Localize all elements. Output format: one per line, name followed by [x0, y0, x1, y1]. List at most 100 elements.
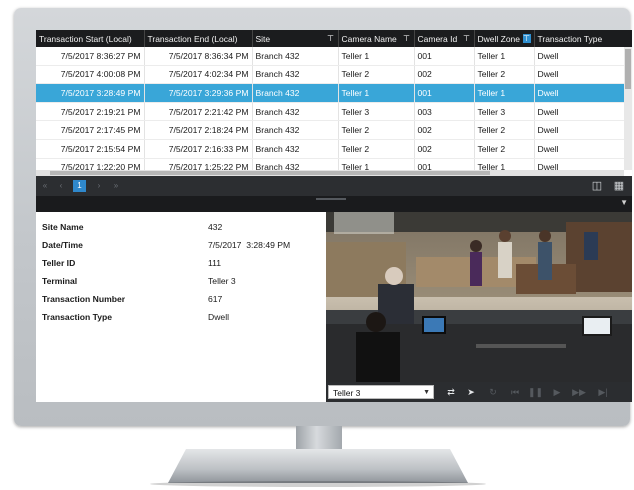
detail-label: Site Name: [42, 222, 84, 232]
detail-row: Terminal Teller 3: [42, 274, 326, 288]
table-cell: Teller 2: [474, 65, 535, 85]
detail-value: Teller 3: [208, 276, 236, 286]
column-header[interactable]: Transaction Start (Local): [36, 30, 145, 47]
table-cell: Teller 2: [338, 139, 415, 159]
filter-icon[interactable]: ⊤: [463, 34, 471, 43]
column-header-label: Camera Name: [341, 33, 397, 44]
table-cell: Branch 432: [252, 120, 339, 140]
column-header[interactable]: Transaction Type: [534, 30, 632, 47]
table-cell: Teller 1: [338, 47, 415, 66]
table-cell: Dwell: [534, 120, 632, 140]
table-cell: Dwell: [534, 102, 632, 122]
column-header-label: Transaction Start (Local): [39, 33, 132, 44]
column-header[interactable]: Transaction End (Local): [144, 30, 253, 47]
table-body: 7/5/2017 8:36:27 PM 7/5/2017 8:36:34 PM Br…: [36, 47, 632, 178]
table-cell: Branch 432: [252, 102, 339, 122]
detail-label: Transaction Type: [42, 312, 113, 322]
fast-forward-icon[interactable]: ▶▶: [572, 385, 586, 399]
column-header[interactable]: Site ⊤: [252, 30, 339, 47]
table-cell: Branch 432: [252, 139, 339, 159]
table-cell: 7/5/2017 4:00:08 PM: [36, 65, 145, 85]
table-cell: 7/5/2017 2:16:33 PM: [144, 139, 253, 159]
table-cell: Dwell: [534, 139, 632, 159]
export-clip-icon[interactable]: ➤: [464, 385, 478, 399]
table-cell: 7/5/2017 8:36:34 PM: [144, 47, 253, 66]
table-cell: Teller 3: [474, 102, 535, 122]
detail-label: Teller ID: [42, 258, 76, 268]
column-header-label: Transaction Type: [537, 33, 603, 44]
column-header[interactable]: Camera Name ⊤: [338, 30, 415, 47]
filter-icon[interactable]: ⊤: [522, 34, 531, 43]
columns-icon[interactable]: ▦: [612, 179, 626, 193]
play-icon[interactable]: ▶: [550, 385, 564, 399]
chevron-down-icon: ▼: [423, 389, 430, 396]
detail-row: Teller ID 111: [42, 256, 326, 270]
table-cell: 7/5/2017 8:36:27 PM: [36, 47, 145, 66]
table-cell: Teller 2: [474, 139, 535, 159]
column-header-label: Transaction End (Local): [147, 33, 238, 44]
column-header[interactable]: Camera Id ⊤: [414, 30, 475, 47]
pager-bar: « ‹ 1 › » ◫ ▦: [36, 176, 632, 196]
table-row[interactable]: 7/5/2017 2:17:45 PM 7/5/2017 2:18:24 PM Br…: [36, 120, 632, 140]
detail-label: Date/Time: [42, 240, 83, 250]
camera-feed-image: [326, 212, 632, 382]
table-cell: 002: [414, 65, 475, 85]
camera-select[interactable]: Teller 3 ▼: [328, 385, 434, 399]
scroll-thumb[interactable]: [625, 49, 631, 89]
table-cell: 7/5/2017 2:21:42 PM: [144, 102, 253, 122]
sync-icon[interactable]: ↻: [486, 385, 500, 399]
skip-end-icon[interactable]: ▶|: [596, 385, 610, 399]
column-header[interactable]: Dwell Zone ⊤: [474, 30, 535, 47]
pause-icon[interactable]: ❚❚: [528, 385, 543, 399]
detail-row: Site Name 432: [42, 220, 326, 234]
filter-icon[interactable]: ⊤: [327, 34, 335, 43]
table-cell: 7/5/2017 4:02:34 PM: [144, 65, 253, 85]
video-player: Teller 3 ▼ ⇄ ➤ ↻ ⏮ ❚❚ ▶ ▶▶ ▶|: [326, 212, 632, 402]
table-row[interactable]: 7/5/2017 8:36:27 PM 7/5/2017 8:36:34 PM Br…: [36, 47, 632, 66]
next-page-button[interactable]: ›: [93, 180, 105, 192]
filter-icon[interactable]: ⊤: [403, 34, 411, 43]
table-row[interactable]: 7/5/2017 3:28:49 PM 7/5/2017 3:29:36 PM Br…: [36, 83, 632, 103]
detail-value: Dwell: [208, 312, 230, 322]
detail-value: 617: [208, 294, 223, 304]
table-row[interactable]: 7/5/2017 2:15:54 PM 7/5/2017 2:16:33 PM Br…: [36, 139, 632, 159]
table-row[interactable]: 7/5/2017 4:00:08 PM 7/5/2017 4:02:34 PM Br…: [36, 65, 632, 85]
app-screen: Transaction Start (Local) Transaction End…: [36, 30, 632, 402]
column-header-label: Site: [255, 33, 271, 44]
splitter-grip[interactable]: [316, 198, 346, 200]
table-cell: 001: [414, 47, 475, 66]
table-cell: Teller 1: [474, 47, 535, 66]
export-icon[interactable]: ◫: [590, 179, 604, 193]
vertical-scrollbar[interactable]: [624, 47, 632, 170]
table-cell: Teller 1: [474, 83, 535, 103]
table-cell: 7/5/2017 3:28:49 PM: [36, 83, 145, 103]
table-cell: Dwell: [534, 47, 632, 66]
prev-page-button[interactable]: ‹: [55, 180, 67, 192]
chevron-down-icon[interactable]: ▼: [620, 198, 628, 207]
snapshot-icon[interactable]: ⇄: [444, 385, 458, 399]
scroll-thumb[interactable]: [50, 171, 490, 175]
detail-row: Date/Time 7/5/2017 3:28:49 PM: [42, 238, 326, 252]
detail-value: 111: [208, 258, 222, 268]
table-cell: 7/5/2017 2:15:54 PM: [36, 139, 145, 159]
page-number-button[interactable]: 1: [73, 180, 86, 192]
table-cell: Teller 3: [338, 102, 415, 122]
first-page-button[interactable]: «: [39, 180, 51, 192]
table-cell: Teller 2: [338, 120, 415, 140]
table-row[interactable]: 7/5/2017 2:19:21 PM 7/5/2017 2:21:42 PM Br…: [36, 102, 632, 122]
detail-label: Transaction Number: [42, 294, 126, 304]
table-header-row: Transaction Start (Local) Transaction End…: [36, 30, 632, 47]
table-cell: 002: [414, 120, 475, 140]
table-cell: Branch 432: [252, 83, 339, 103]
table-cell: 002: [414, 139, 475, 159]
last-page-button[interactable]: »: [110, 180, 122, 192]
skip-back-icon[interactable]: ⏮: [508, 385, 522, 399]
table-cell: Teller 2: [338, 65, 415, 85]
panel-divider[interactable]: ▼: [36, 196, 632, 212]
table-cell: 7/5/2017 3:29:36 PM: [144, 83, 253, 103]
table-cell: Dwell: [534, 65, 632, 85]
monitor-stand-shadow: [150, 481, 486, 487]
monitor-stand-neck: [296, 426, 342, 452]
column-header-label: Camera Id: [417, 33, 458, 44]
table-cell: Teller 1: [338, 83, 415, 103]
